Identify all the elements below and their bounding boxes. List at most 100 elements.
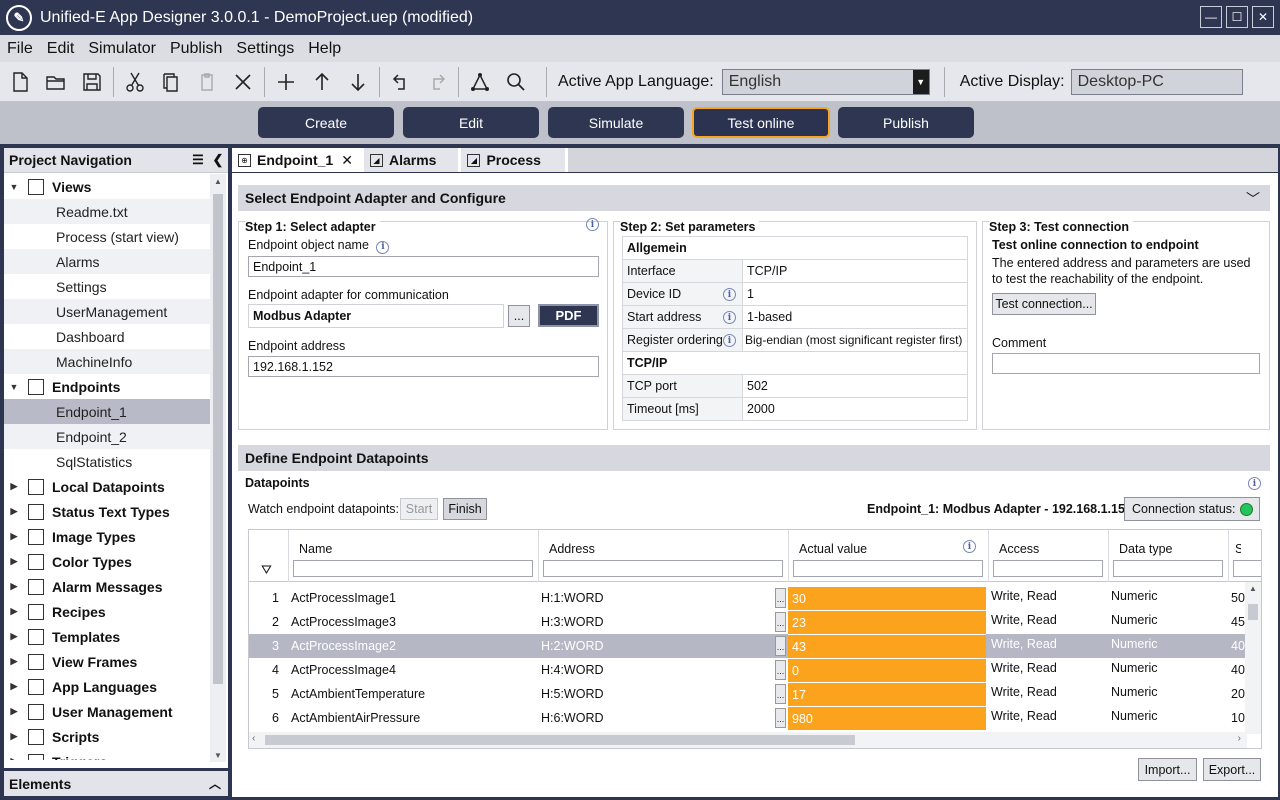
cell-extra[interactable]: 10: [1231, 706, 1245, 730]
close-window-button[interactable]: ✕: [1252, 6, 1274, 28]
param-row[interactable]: Register ordering i Big-endian (most signi…: [622, 328, 968, 352]
address-browse-button[interactable]: ...: [775, 708, 786, 728]
cell-access[interactable]: Write, Read: [991, 610, 1109, 634]
mode-create-button[interactable]: Create: [258, 107, 394, 138]
table-row[interactable]: 6 ActAmbientAirPressure H:6:WORD 980 Write, …: [249, 706, 1261, 730]
row-number[interactable]: 5: [249, 682, 285, 706]
cell-data-type[interactable]: Numeric: [1111, 682, 1229, 706]
cell-address[interactable]: H:3:WORD: [539, 610, 773, 634]
cell-data-type[interactable]: Numeric: [1111, 706, 1229, 730]
chevron-right-icon[interactable]: ▶: [6, 531, 22, 542]
cut-icon[interactable]: [117, 64, 153, 100]
cell-data-type[interactable]: Numeric: [1111, 658, 1229, 682]
pdf-button[interactable]: PDF: [538, 304, 599, 327]
chevron-right-icon[interactable]: ▶: [6, 681, 22, 692]
mode-edit-button[interactable]: Edit: [403, 107, 539, 138]
chevron-right-icon[interactable]: ▶: [6, 631, 22, 642]
column-data-type[interactable]: Data type: [1109, 530, 1229, 582]
address-browse-button[interactable]: ...: [775, 636, 786, 656]
tree-group-templates[interactable]: ▶ Templates: [4, 624, 210, 649]
filter-type-input[interactable]: [1113, 560, 1223, 577]
connections-icon[interactable]: [462, 64, 498, 100]
tree-item-machineinfo[interactable]: MachineInfo: [4, 349, 210, 374]
active-display-field[interactable]: Desktop-PC: [1070, 68, 1243, 95]
cell-data-type[interactable]: Numeric: [1111, 610, 1229, 634]
info-icon[interactable]: i: [586, 218, 599, 231]
paste-icon[interactable]: [189, 64, 225, 100]
tree-item-usermanagement[interactable]: UserManagement: [4, 299, 210, 324]
cell-actual-value[interactable]: 17: [788, 682, 986, 706]
menu-simulator[interactable]: Simulator: [81, 40, 163, 58]
address-browse-button[interactable]: ...: [775, 588, 786, 608]
chevron-right-icon[interactable]: ▶: [6, 656, 22, 667]
copy-icon[interactable]: [153, 64, 189, 100]
tree-item-alarms[interactable]: Alarms: [4, 249, 210, 274]
chevron-up-icon[interactable]: ︿: [202, 775, 228, 792]
menu-publish[interactable]: Publish: [163, 40, 229, 58]
tree-group-app-languages[interactable]: ▶ App Languages: [4, 674, 210, 699]
tree-group-status-text-types[interactable]: ▶ Status Text Types: [4, 499, 210, 524]
object-name-input[interactable]: Endpoint_1: [248, 256, 599, 277]
info-icon[interactable]: i: [1248, 477, 1261, 490]
chevron-right-icon[interactable]: ▶: [6, 556, 22, 567]
cell-access[interactable]: Write, Read: [991, 586, 1109, 610]
tree-scrollbar[interactable]: ▲ ▼: [210, 174, 226, 762]
undo-icon[interactable]: [383, 64, 419, 100]
cell-access[interactable]: Write, Read: [991, 682, 1109, 706]
chevron-right-icon[interactable]: ▶: [6, 581, 22, 592]
tree-group-views[interactable]: ▼ Views: [4, 174, 210, 199]
new-file-icon[interactable]: [2, 64, 38, 100]
filter-address-input[interactable]: [543, 560, 783, 577]
tree-item-dashboard[interactable]: Dashboard: [4, 324, 210, 349]
table-row[interactable]: 5 ActAmbientTemperature H:5:WORD 17 Write, R…: [249, 682, 1261, 706]
cell-name[interactable]: ActAmbientAirPressure: [289, 706, 537, 730]
row-number[interactable]: 6: [249, 706, 285, 730]
cell-address[interactable]: H:2:WORD: [539, 634, 773, 658]
tree-group-view-frames[interactable]: ▶ View Frames: [4, 649, 210, 674]
add-icon[interactable]: [268, 64, 304, 100]
tree-group-user-management[interactable]: ▶ User Management: [4, 699, 210, 724]
maximize-button[interactable]: ☐: [1226, 6, 1248, 28]
export-button[interactable]: Export...: [1203, 758, 1261, 781]
cell-extra[interactable]: 50: [1231, 586, 1245, 610]
chevron-right-icon[interactable]: ▶: [6, 756, 22, 760]
test-connection-button[interactable]: Test connection...: [992, 293, 1096, 315]
cell-access[interactable]: Write, Read: [991, 706, 1109, 730]
redo-icon[interactable]: [419, 64, 455, 100]
param-value[interactable]: Big-endian (most significant register fi…: [742, 328, 968, 352]
tree-scroll-thumb[interactable]: [213, 194, 223, 684]
cell-access[interactable]: Write, Read: [991, 658, 1109, 682]
cell-extra[interactable]: 20: [1231, 682, 1245, 706]
column-extra[interactable]: S: [1229, 530, 1261, 582]
cell-extra[interactable]: 40: [1231, 634, 1245, 658]
row-number[interactable]: 2: [249, 610, 285, 634]
param-value[interactable]: 2000: [742, 397, 968, 421]
minimize-button[interactable]: —: [1200, 6, 1222, 28]
menu-file[interactable]: File: [0, 40, 40, 58]
info-icon[interactable]: i: [723, 288, 736, 301]
param-row[interactable]: Device ID i 1: [622, 282, 968, 306]
chevron-down-icon[interactable]: ▼: [6, 382, 22, 392]
tree-group-alarm-messages[interactable]: ▶ Alarm Messages: [4, 574, 210, 599]
address-input[interactable]: 192.168.1.152: [248, 356, 599, 377]
chevron-right-icon[interactable]: ▶: [6, 506, 22, 517]
column-access[interactable]: Access: [989, 530, 1109, 582]
info-icon[interactable]: i: [376, 240, 390, 254]
cell-name[interactable]: ActProcessImage1: [289, 586, 537, 610]
cell-access[interactable]: Write, Read: [991, 634, 1109, 658]
cell-address[interactable]: H:1:WORD: [539, 586, 773, 610]
param-row[interactable]: Timeout [ms] 2000: [622, 397, 968, 421]
tree-item-process-start-view-[interactable]: Process (start view): [4, 224, 210, 249]
tree-item-endpoint-1[interactable]: Endpoint_1: [4, 399, 210, 424]
collapse-left-icon[interactable]: ❮: [208, 152, 228, 168]
address-browse-button[interactable]: ...: [775, 684, 786, 704]
scroll-up-icon[interactable]: ▲: [1245, 584, 1261, 593]
browse-adapter-button[interactable]: ...: [508, 305, 530, 327]
scroll-right-icon[interactable]: ›: [1238, 733, 1241, 744]
cell-extra[interactable]: 45: [1231, 610, 1245, 634]
info-icon[interactable]: i: [723, 334, 736, 347]
filter-name-input[interactable]: [293, 560, 533, 577]
cell-actual-value[interactable]: 43: [788, 634, 986, 658]
comment-input[interactable]: [992, 353, 1260, 374]
cell-address[interactable]: H:5:WORD: [539, 682, 773, 706]
